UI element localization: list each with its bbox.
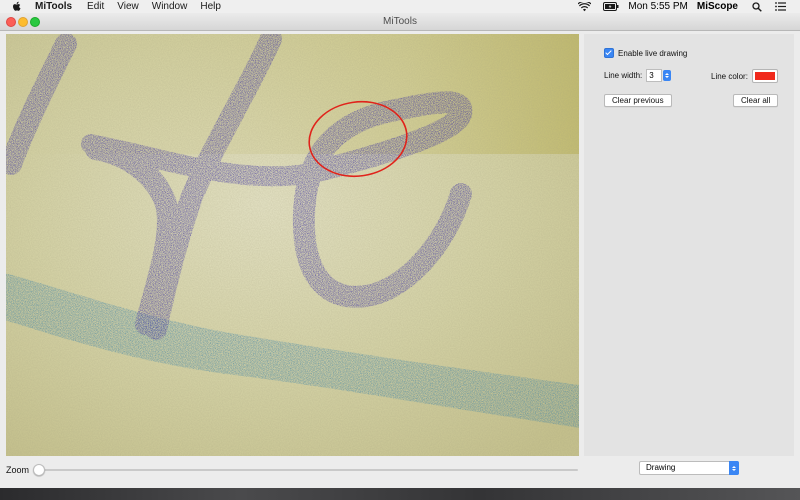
menu-bar: MiTools Edit View Window Help Mon 5:55 P…: [0, 0, 800, 13]
menu-clock[interactable]: Mon 5:55 PM: [628, 0, 687, 13]
zoom-slider-track[interactable]: [35, 469, 578, 471]
stepper-up-icon[interactable]: [665, 73, 670, 75]
battery-icon[interactable]: [603, 2, 619, 11]
live-drawing-row[interactable]: Enable live drawing: [604, 48, 687, 58]
clear-all-button[interactable]: Clear all: [733, 94, 779, 107]
line-color-label: Line color:: [711, 71, 748, 81]
line-color-row: Line color:: [711, 69, 778, 83]
zoom-slider-thumb[interactable]: [33, 464, 45, 476]
menu-window[interactable]: Window: [152, 0, 188, 13]
apple-icon[interactable]: [12, 1, 22, 12]
desktop-background: [0, 488, 800, 500]
menu-active-app[interactable]: MiScope: [697, 0, 738, 13]
camera-image-view[interactable]: [6, 34, 579, 456]
mode-select[interactable]: Drawing: [639, 461, 739, 475]
zoom-label: Zoom: [6, 465, 30, 475]
select-arrows-icon[interactable]: [729, 461, 739, 475]
menu-view[interactable]: View: [117, 0, 139, 13]
notification-center-icon[interactable]: [775, 2, 786, 11]
line-color-swatch: [754, 72, 775, 80]
line-width-field[interactable]: 3: [646, 69, 663, 82]
line-width-stepper[interactable]: [663, 70, 672, 81]
window-title: MiTools: [383, 16, 417, 27]
search-icon[interactable]: [752, 1, 762, 12]
menu-help[interactable]: Help: [200, 0, 221, 13]
line-width-label: Line width:: [604, 71, 643, 80]
clear-previous-button[interactable]: Clear previous: [604, 94, 672, 107]
line-color-well[interactable]: [751, 69, 778, 83]
live-drawing-label: Enable live drawing: [618, 48, 688, 58]
app-window: MiTools Enable live drawing Line width: …: [0, 13, 800, 488]
title-bar[interactable]: MiTools: [0, 13, 800, 31]
drawing-settings-panel: Enable live drawing Line width: 3 Line c…: [584, 34, 794, 456]
menu-app-name[interactable]: MiTools: [35, 0, 72, 13]
line-width-row: Line width: 3: [604, 69, 672, 82]
stepper-down-icon[interactable]: [665, 76, 670, 78]
live-drawing-checkbox[interactable]: [604, 48, 614, 58]
wifi-icon[interactable]: [578, 1, 592, 12]
menu-edit[interactable]: Edit: [87, 0, 104, 13]
mode-select-value: Drawing: [646, 463, 676, 472]
